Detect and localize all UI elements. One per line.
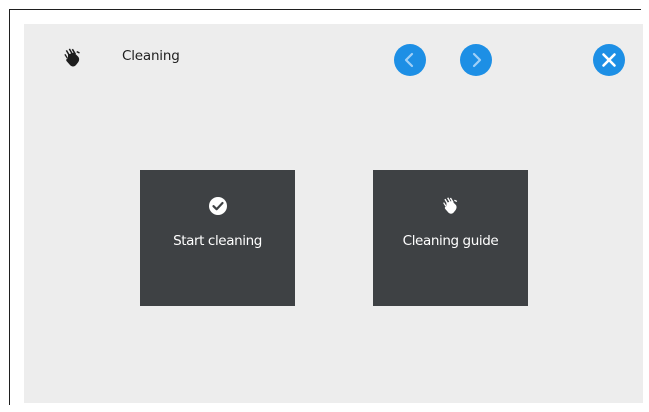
previous-button[interactable] [394,44,426,76]
cleaning-guide-button[interactable]: Cleaning guide [373,170,528,306]
header-bar: Cleaning [24,24,643,94]
cleaning-screen: Cleaning Start cleaning Cleaning guide [24,24,643,403]
checkmark-circle-icon [140,196,295,216]
hand-icon [62,47,84,69]
cleaning-guide-label: Cleaning guide [402,233,499,249]
page-title: Cleaning [122,48,180,64]
next-button[interactable] [460,44,492,76]
close-icon [602,53,616,67]
close-button[interactable] [593,44,625,76]
hand-icon [373,196,528,216]
start-cleaning-button[interactable]: Start cleaning [140,170,295,306]
chevron-left-icon [404,52,414,68]
chevron-right-icon [472,52,482,68]
start-cleaning-label: Start cleaning [173,233,262,249]
